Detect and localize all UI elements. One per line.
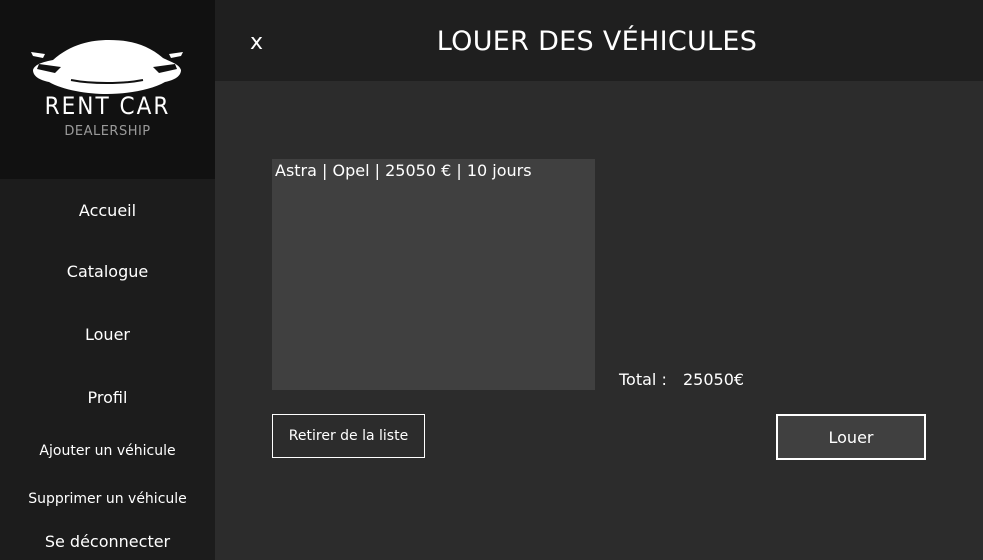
page-title: LOUER DES VÉHICULES — [436, 26, 758, 57]
sidebar-item-se-deconnecter[interactable]: Se déconnecter — [0, 532, 215, 552]
sidebar: RENT CAR DEALERSHIP Accueil Catalogue Lo… — [0, 0, 215, 560]
sidebar-item-ajouter-vehicule[interactable]: Ajouter un véhicule — [0, 441, 215, 461]
total-label: Total : — [619, 370, 667, 389]
remove-from-list-label: Retirer de la liste — [288, 428, 409, 444]
rental-list[interactable]: Astra | Opel | 25050 € | 10 jours — [272, 159, 595, 390]
sidebar-item-catalogue[interactable]: Catalogue — [0, 262, 215, 282]
list-item[interactable]: Astra | Opel | 25050 € | 10 jours — [272, 159, 595, 183]
rent-button[interactable]: Louer — [776, 414, 926, 460]
remove-from-list-button[interactable]: Retirer de la liste — [272, 414, 425, 458]
car-silhouette-icon — [31, 40, 183, 94]
logo: RENT CAR DEALERSHIP — [0, 0, 215, 179]
sidebar-item-louer[interactable]: Louer — [0, 325, 215, 345]
logo-subtitle: DEALERSHIP — [64, 124, 151, 139]
rent-label: Louer — [828, 427, 874, 447]
sidebar-item-accueil[interactable]: Accueil — [0, 201, 215, 221]
logo-title: RENT CAR — [44, 92, 171, 120]
sidebar-item-supprimer-vehicule[interactable]: Supprimer un véhicule — [0, 489, 215, 509]
total-value: 25050€ — [683, 370, 745, 389]
sidebar-item-profil[interactable]: Profil — [0, 388, 215, 408]
